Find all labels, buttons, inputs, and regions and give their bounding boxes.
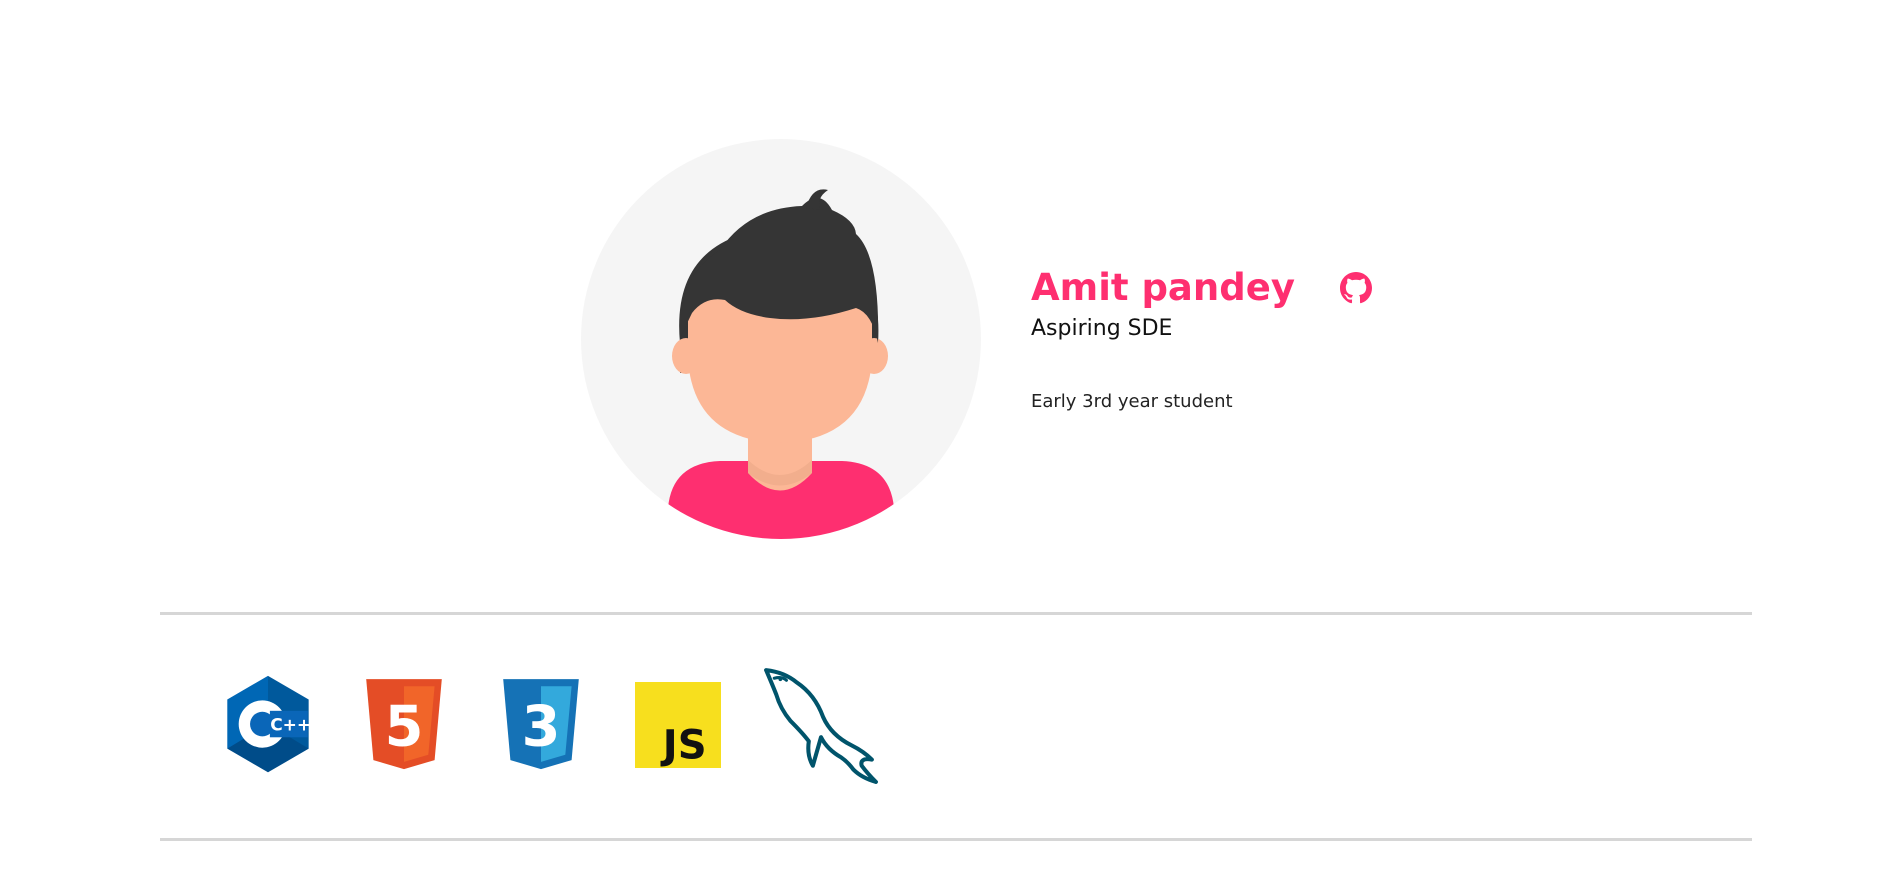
skill-css3: 3 (491, 665, 591, 785)
profile-page: Amit pandey Aspiring SDE Early 3rd year … (0, 0, 1896, 884)
divider-bottom (160, 838, 1752, 841)
cpp-icon: C++ (227, 675, 311, 773)
skill-cpp: C++ (218, 665, 318, 785)
cpp-label: C++ (270, 716, 311, 736)
javascript-icon: JS (635, 682, 721, 768)
profile-role: Aspiring SDE (1031, 316, 1173, 341)
css3-label: 3 (522, 695, 561, 760)
skill-mysql (756, 665, 886, 785)
profile-bio: Early 3rd year student (1031, 391, 1233, 412)
profile-name: Amit pandey (1031, 266, 1295, 309)
divider-top (160, 612, 1752, 615)
html5-label: 5 (385, 695, 424, 760)
mysql-dolphin-icon (764, 668, 878, 784)
name-row: Amit pandey (1031, 262, 1451, 314)
javascript-label: JS (660, 722, 707, 768)
skill-html5: 5 (354, 665, 454, 785)
avatar (580, 138, 982, 540)
profile-info: Amit pandey Aspiring SDE Early 3rd year … (1031, 262, 1451, 414)
avatar-illustration-icon (581, 139, 981, 539)
skill-javascript: JS (628, 665, 728, 785)
css3-icon: 3 (503, 679, 579, 770)
github-icon (1339, 272, 1372, 304)
html5-icon: 5 (366, 679, 442, 770)
github-link[interactable] (1339, 271, 1373, 305)
